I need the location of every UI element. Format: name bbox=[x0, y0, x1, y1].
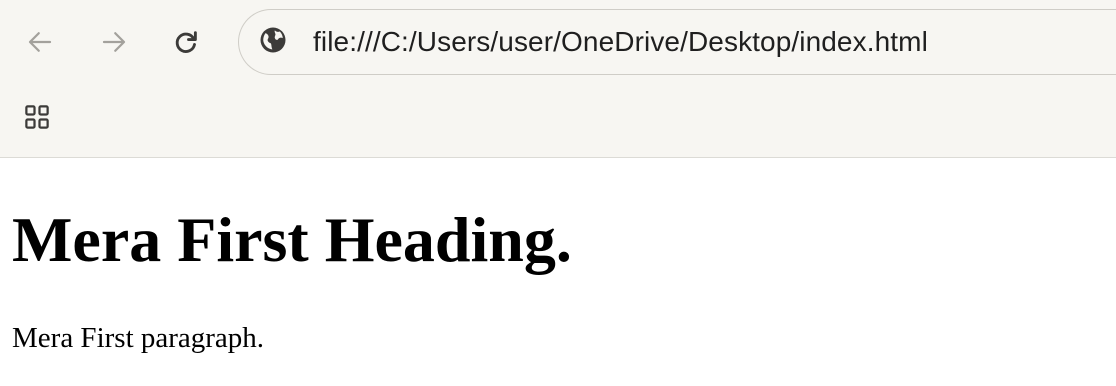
url-text[interactable]: file:///C:/Users/user/OneDrive/Desktop/i… bbox=[313, 24, 928, 60]
page-heading: Mera First Heading. bbox=[12, 204, 572, 275]
back-button[interactable] bbox=[16, 18, 64, 66]
apps-grid-icon bbox=[22, 102, 52, 137]
reload-button[interactable] bbox=[162, 18, 210, 66]
forward-button[interactable] bbox=[90, 18, 138, 66]
page-content: Mera First Heading. Mera First paragraph… bbox=[0, 158, 1116, 386]
reload-icon bbox=[171, 27, 201, 57]
arrow-left-icon bbox=[25, 27, 55, 57]
site-info-button[interactable] bbox=[255, 24, 291, 60]
apps-button[interactable] bbox=[14, 96, 60, 142]
globe-icon bbox=[258, 25, 288, 60]
browser-toolbar: file:///C:/Users/user/OneDrive/Desktop/i… bbox=[0, 0, 1116, 158]
arrow-right-icon bbox=[99, 27, 129, 57]
page-paragraph: Mera First paragraph. bbox=[12, 322, 265, 354]
address-bar[interactable]: file:///C:/Users/user/OneDrive/Desktop/i… bbox=[238, 9, 1116, 75]
